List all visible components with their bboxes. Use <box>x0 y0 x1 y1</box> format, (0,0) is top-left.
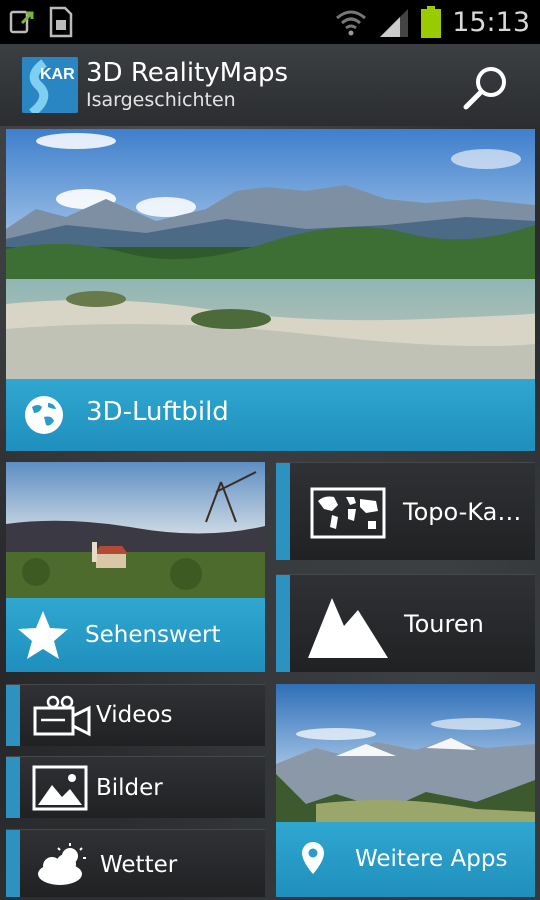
topo-label: Topo-Ka… <box>403 498 522 526</box>
tile-luftbild[interactable]: 3D-Luftbild <box>6 129 535 451</box>
tile-topo[interactable]: Topo-Ka… <box>276 462 535 560</box>
mountain-icon <box>308 598 388 658</box>
signal-icon <box>380 9 409 37</box>
app-title: 3D RealityMaps <box>86 58 289 88</box>
app-logo-text: KAR <box>40 66 75 83</box>
weather-icon <box>38 843 86 885</box>
tile-sehenswert[interactable]: Sehenswert <box>6 462 265 672</box>
location-pin-icon <box>302 842 324 874</box>
luftbild-bar: 3D-Luftbild <box>6 379 535 451</box>
globe-icon <box>25 396 63 434</box>
app-logo[interactable]: KAR <box>22 57 78 113</box>
touren-accent <box>276 575 290 672</box>
wifi-icon <box>336 10 367 36</box>
bilder-label: Bilder <box>96 775 163 801</box>
battery-icon <box>421 6 442 38</box>
status-time: 15:13 <box>452 6 530 38</box>
app-logo-mark: KAR <box>22 57 78 113</box>
wetter-label: Wetter <box>100 852 178 878</box>
tile-weitere-apps[interactable]: Weitere Apps <box>276 684 535 897</box>
star-icon <box>18 611 68 659</box>
topo-accent <box>276 463 290 560</box>
status-bar: 15:13 <box>0 0 540 44</box>
tile-touren[interactable]: Touren <box>276 574 535 672</box>
tile-bilder[interactable]: Bilder <box>6 756 265 818</box>
world-map-icon <box>310 487 386 539</box>
search-button[interactable] <box>460 62 512 114</box>
videos-accent <box>6 685 20 746</box>
app-subtitle: Isargeschichten <box>86 89 236 111</box>
search-icon <box>463 67 506 110</box>
touren-label: Touren <box>404 610 484 638</box>
tile-wetter[interactable]: Wetter <box>6 829 265 897</box>
weitere-apps-label: Weitere Apps <box>355 846 508 872</box>
picture-icon <box>32 765 88 811</box>
bilder-accent <box>6 757 20 818</box>
sehenswert-label: Sehenswert <box>85 622 221 648</box>
video-camera-icon <box>33 695 91 737</box>
action-bar: KAR 3D RealityMaps Isargeschichten <box>0 44 540 126</box>
sim-icon <box>49 6 73 38</box>
tile-videos[interactable]: Videos <box>6 684 265 746</box>
usb-debug-icon <box>9 10 34 34</box>
videos-label: Videos <box>96 702 173 728</box>
weitere-apps-bar: Weitere Apps <box>276 822 535 897</box>
wetter-accent <box>6 830 20 897</box>
sehenswert-bar: Sehenswert <box>6 598 265 672</box>
luftbild-label: 3D-Luftbild <box>86 397 229 427</box>
